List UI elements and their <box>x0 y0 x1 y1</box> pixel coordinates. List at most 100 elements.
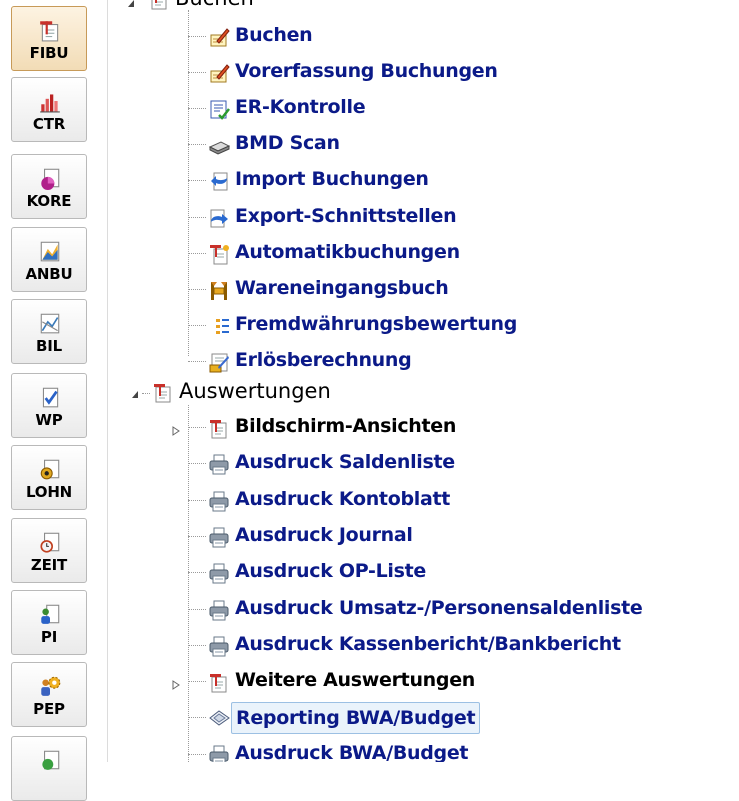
document-pin-icon <box>40 21 59 42</box>
tree-item-icon <box>208 26 230 48</box>
tree-connector <box>188 427 206 428</box>
auswertungen-expander[interactable] <box>130 385 140 398</box>
balance-chart-icon <box>40 313 60 334</box>
tree-item-label: Export-Schnittstellen <box>235 204 457 227</box>
tree-item-label: Buchen <box>235 24 313 46</box>
document-pin-icon <box>210 420 227 439</box>
module-icon <box>38 89 62 113</box>
tree-connector <box>188 36 206 37</box>
tree-item-label: Weitere Auswertungen <box>235 669 476 692</box>
module-button-anbu[interactable]: ANBU <box>11 227 87 292</box>
asset-chart-icon <box>40 241 60 262</box>
module-button-ctr[interactable]: CTR <box>11 77 87 142</box>
module-label: ANBU <box>25 265 73 283</box>
tree-item-icon <box>208 417 230 439</box>
tree-item-icon <box>208 243 230 265</box>
tree-connector <box>188 753 206 755</box>
printer-icon <box>209 600 229 620</box>
module-icon <box>38 602 62 626</box>
tree-item-label: Buchen <box>175 0 254 10</box>
module-icon <box>38 457 62 481</box>
tree-item-icon <box>208 134 231 156</box>
tree-item-icon <box>208 707 230 729</box>
module-button-bil[interactable]: BIL <box>11 299 87 364</box>
module-label: CTR <box>32 115 66 133</box>
import-arrow-icon <box>211 172 228 191</box>
tree-connector <box>188 499 206 501</box>
tree-connector <box>188 572 206 574</box>
tree-connector <box>188 360 206 362</box>
tree-item-label: ER-Kontrolle <box>235 96 366 119</box>
module-button-wp[interactable]: WP <box>11 373 87 438</box>
module-button-pi[interactable]: PI <box>11 590 87 655</box>
printer-icon <box>209 745 229 762</box>
module-button-more[interactable] <box>11 736 87 801</box>
scanner-icon <box>208 141 231 155</box>
tree-item-icon <box>208 599 230 621</box>
tree-item-icon <box>208 98 230 121</box>
buchen-expander[interactable] <box>126 0 136 7</box>
module-icon <box>38 674 62 698</box>
report-diamond-icon <box>209 710 230 727</box>
module-icon <box>38 311 62 335</box>
module-label: PI <box>40 628 58 646</box>
tree-connector <box>188 681 206 683</box>
tree-connector <box>188 608 206 610</box>
pen-ledger-icon <box>210 28 230 47</box>
tree-item-label: Ausdruck Umsatz-/Personensaldenliste <box>235 596 643 619</box>
document-coins-icon <box>40 459 60 480</box>
tree-connector <box>188 144 206 146</box>
printer-icon <box>209 527 229 548</box>
tree-connector <box>188 405 189 762</box>
collapsed-arrow-icon <box>172 426 180 436</box>
module-button-fibu[interactable]: FIBU <box>11 6 87 71</box>
tree-item-label: Ausdruck Journal <box>235 523 413 546</box>
expander-weitere-auswertungen[interactable] <box>171 676 181 691</box>
module-label: KORE <box>26 192 72 210</box>
tree-item-icon <box>208 562 230 584</box>
tree-item-label: BMD Scan <box>235 132 340 155</box>
document-pie-icon <box>41 168 60 190</box>
document-check-icon <box>42 387 59 408</box>
tree-item-icon <box>208 490 230 512</box>
tree-item-label: Reporting BWA/Budget <box>231 702 481 735</box>
document-person-icon <box>41 604 60 624</box>
tree-connector <box>188 535 206 537</box>
module-icon <box>38 748 62 772</box>
printer-icon <box>209 454 229 475</box>
module-label: ZEIT <box>30 556 68 574</box>
tree-connector <box>188 10 189 356</box>
module-label: BIL <box>36 337 62 355</box>
document-pin-icon <box>151 0 167 10</box>
module-icon <box>38 530 62 554</box>
module-label: WP <box>35 411 63 429</box>
module-button-lohn[interactable]: LOHN <box>11 445 87 510</box>
module-label: FIBU <box>29 44 69 62</box>
module-icon <box>38 18 62 42</box>
tree-item-label: Ausdruck BWA/Budget <box>235 741 469 762</box>
document-green-icon <box>42 750 60 770</box>
tree-connector <box>188 717 206 719</box>
navigation-tree: Buchen Buchen Vorerfassung Buchungen ER-Kon… <box>108 0 739 762</box>
tree-item-label: Ausdruck Kontoblatt <box>235 487 451 510</box>
module-button-zeit[interactable]: ZEIT <box>11 518 87 583</box>
printer-icon <box>209 636 229 657</box>
bar-chart-icon <box>40 94 60 113</box>
tree-connector <box>188 644 206 646</box>
tree-connector <box>188 324 206 326</box>
currency-list-icon <box>216 318 229 334</box>
expander-bildschirm-ansichten[interactable] <box>171 422 181 436</box>
tree-item-label: Import Buchungen <box>235 168 429 191</box>
module-button-pep[interactable]: PEP <box>11 662 87 727</box>
tree-item-icon <box>208 170 230 192</box>
tree-item-icon <box>208 279 230 301</box>
revenue-note-icon <box>209 353 229 373</box>
document-clock-icon <box>40 532 60 553</box>
module-button-kore[interactable]: KORE <box>11 154 87 219</box>
tree-item-label: Bildschirm-Ansichten <box>235 415 457 437</box>
export-arrow-icon <box>210 209 228 227</box>
tree-item-icon <box>208 671 230 693</box>
tree-item-icon <box>208 351 230 373</box>
module-sidebar: FIBU CTR KORE ANBU BIL WP LOHN ZEIT PI PEP <box>0 0 96 801</box>
tree-item-icon <box>208 315 230 337</box>
